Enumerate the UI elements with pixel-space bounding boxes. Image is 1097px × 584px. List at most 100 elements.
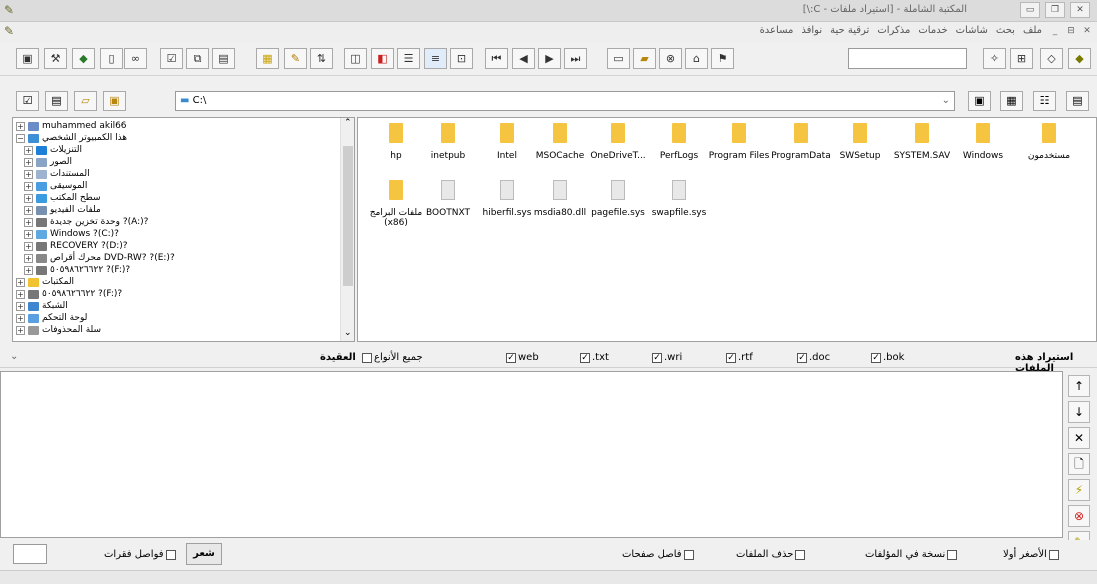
delete-files-checkbox[interactable]: حذف الملفات bbox=[736, 549, 806, 560]
tree-item[interactable]: + وحدة تخزين جديدة ?(A:)? bbox=[24, 216, 148, 228]
tree-item[interactable]: +٥٠٥٩٨٦٢٦٦٢٢ ?(F:)? bbox=[16, 288, 122, 300]
expand-icon[interactable]: + bbox=[24, 253, 33, 263]
move-up-button[interactable]: ↑ bbox=[1068, 375, 1090, 397]
properties-icon[interactable]: ◫ bbox=[344, 48, 367, 69]
file-panel[interactable]: hp inetpub Intel MSOCache OneDriveT... PerfLo… bbox=[357, 117, 1097, 342]
copy-icon[interactable]: ⧉ bbox=[186, 48, 209, 69]
expand-icon[interactable]: + bbox=[24, 145, 33, 155]
chevron-down-icon[interactable]: ⌄ bbox=[942, 92, 950, 110]
tree-item[interactable]: + الصور bbox=[24, 156, 72, 168]
new-page-icon[interactable]: ▯ bbox=[100, 48, 123, 69]
wri-checkbox[interactable]: ✓ .wri bbox=[652, 352, 682, 363]
list-mode-icon[interactable]: ☷ bbox=[1033, 91, 1056, 111]
home-icon[interactable]: ⌂ bbox=[685, 48, 708, 69]
tree-item[interactable]: + لوحة التحكم bbox=[16, 312, 87, 324]
rtf-checkbox[interactable]: ✓ .rtf bbox=[726, 352, 753, 363]
file-item[interactable]: Program Files bbox=[707, 123, 771, 161]
toolbar-search-input[interactable] bbox=[848, 48, 967, 69]
eraser-icon[interactable]: ◇ bbox=[1040, 48, 1063, 69]
tree-item[interactable]: + muhammed akil66 bbox=[16, 120, 127, 132]
tree-item[interactable]: + Windows ?(C:)? bbox=[24, 228, 119, 240]
expand-icon[interactable]: + bbox=[24, 193, 33, 203]
open-book-icon[interactable]: ⊡ bbox=[450, 48, 473, 69]
tree-item[interactable]: + محرك أقراص DVD-RW? ?(E:)? bbox=[24, 252, 175, 264]
expand-icon[interactable]: + bbox=[24, 217, 33, 227]
expand-icon[interactable]: + bbox=[16, 325, 25, 335]
menu-search[interactable]: بحث bbox=[996, 25, 1015, 36]
file-item[interactable]: PerfLogs bbox=[647, 123, 711, 161]
tree-item[interactable]: + المكتبات bbox=[16, 276, 74, 288]
library-icon[interactable]: ▣ bbox=[16, 48, 39, 69]
translate-icon[interactable]: ⚑ bbox=[711, 48, 734, 69]
smallest-first-checkbox[interactable]: الأصغر أولا bbox=[1003, 549, 1059, 560]
tree-scrollbar[interactable]: ⌃ ⌄ bbox=[340, 118, 354, 341]
file-item[interactable]: MSOCache bbox=[528, 123, 592, 161]
tree-item[interactable]: + سلة المحذوفات bbox=[16, 324, 101, 336]
copy-in-works-checkbox[interactable]: نسخة في المؤلفات bbox=[865, 549, 958, 560]
menu-live-update[interactable]: ترقية حية bbox=[830, 25, 869, 36]
cancel-button[interactable]: ⊗ bbox=[1068, 505, 1090, 527]
tree-item[interactable]: + ملفات الفيديو bbox=[24, 204, 101, 216]
menu-windows[interactable]: نوافذ bbox=[801, 25, 822, 36]
expand-icon[interactable]: + bbox=[16, 313, 25, 323]
expand-icon[interactable]: + bbox=[24, 181, 33, 191]
expand-icon[interactable]: + bbox=[24, 205, 33, 215]
menu-notes[interactable]: مذكرات bbox=[877, 25, 910, 36]
pencil-icon[interactable]: ✎ bbox=[284, 48, 307, 69]
check-page-icon[interactable]: ☑ bbox=[160, 48, 183, 69]
new-folder-icon[interactable]: ✧ bbox=[983, 48, 1006, 69]
small-icons-view-icon[interactable]: ▦ bbox=[1000, 91, 1023, 111]
all-types-checkbox[interactable]: جميع الأنواع bbox=[362, 352, 423, 363]
folder-tree[interactable]: + muhammed akil66 − هذا الكمبيوتر الشخصي + ال… bbox=[12, 117, 355, 342]
tree-icon[interactable]: ⊞ bbox=[1010, 48, 1033, 69]
card-icon[interactable]: ▦ bbox=[256, 48, 279, 69]
page-separator-checkbox[interactable]: فاصل صفحات bbox=[622, 549, 694, 560]
file-item[interactable]: Windows bbox=[951, 123, 1015, 161]
restore-icon[interactable]: ❐ bbox=[1045, 2, 1065, 18]
txt-checkbox[interactable]: ✓ .txt bbox=[580, 352, 609, 363]
tree-item[interactable]: + الشبكة bbox=[16, 300, 68, 312]
justify-icon[interactable]: ≡ bbox=[424, 48, 447, 69]
tree-scroll-thumb[interactable] bbox=[343, 146, 353, 286]
bok-checkbox[interactable]: ✓ .bok bbox=[871, 352, 904, 363]
select-all-icon[interactable]: ☑ bbox=[16, 91, 39, 111]
large-icons-view-icon[interactable]: ▣ bbox=[968, 91, 991, 111]
file-item[interactable]: msdia80.dll bbox=[528, 180, 592, 218]
file-item[interactable]: pagefile.sys bbox=[586, 180, 650, 218]
binoculars-icon[interactable]: ∞ bbox=[124, 48, 147, 69]
menu-help[interactable]: مساعدة bbox=[760, 25, 794, 36]
child-restore-icon[interactable]: ⊟ bbox=[1064, 25, 1078, 38]
file-item[interactable]: مستخدمون bbox=[1017, 123, 1081, 161]
find-icon[interactable]: ⊗ bbox=[659, 48, 682, 69]
import-list[interactable] bbox=[0, 371, 1063, 538]
minimize-icon[interactable]: ▭ bbox=[1020, 2, 1040, 18]
tree-item[interactable]: + الموسيقى bbox=[24, 180, 87, 192]
doc-checkbox[interactable]: ✓ .doc bbox=[797, 352, 830, 363]
pdf-icon[interactable]: ◧ bbox=[371, 48, 394, 69]
expand-icon[interactable]: + bbox=[16, 121, 25, 131]
expand-icon[interactable]: + bbox=[16, 301, 25, 311]
file-item[interactable]: BOOTNXT bbox=[416, 180, 480, 218]
web-checkbox[interactable]: ✓ web bbox=[506, 352, 539, 363]
file-item[interactable]: ProgramData bbox=[769, 123, 833, 161]
window-icon[interactable]: ▭ bbox=[607, 48, 630, 69]
tree-item[interactable]: + سطح المكتب bbox=[24, 192, 101, 204]
align-right-icon[interactable]: ☰ bbox=[397, 48, 420, 69]
scroll-up-icon[interactable]: ⌃ bbox=[344, 118, 352, 128]
run-button[interactable]: ⚡ bbox=[1068, 479, 1090, 501]
child-close-icon[interactable]: ✕ bbox=[1080, 25, 1094, 38]
tools-icon[interactable]: ⚒ bbox=[44, 48, 67, 69]
move-down-button[interactable]: ↓ bbox=[1068, 401, 1090, 423]
file-item[interactable]: OneDriveT... bbox=[586, 123, 650, 161]
scroll-down-icon[interactable]: ⌄ bbox=[344, 328, 352, 338]
folder-open-icon[interactable]: ▱ bbox=[74, 91, 97, 111]
remove-button[interactable]: ✕ bbox=[1068, 427, 1090, 449]
file-item[interactable]: swapfile.sys bbox=[647, 180, 711, 218]
tree-item[interactable]: + المستندات bbox=[24, 168, 90, 180]
details-view-icon[interactable]: ▤ bbox=[1066, 91, 1089, 111]
tree-item[interactable]: + التنزيلات bbox=[24, 144, 82, 156]
list-view-icon[interactable]: ▤ bbox=[45, 91, 68, 111]
expand-icon[interactable]: + bbox=[24, 265, 33, 275]
expand-icon[interactable]: + bbox=[16, 277, 25, 287]
paragraph-count-input[interactable] bbox=[13, 544, 47, 564]
